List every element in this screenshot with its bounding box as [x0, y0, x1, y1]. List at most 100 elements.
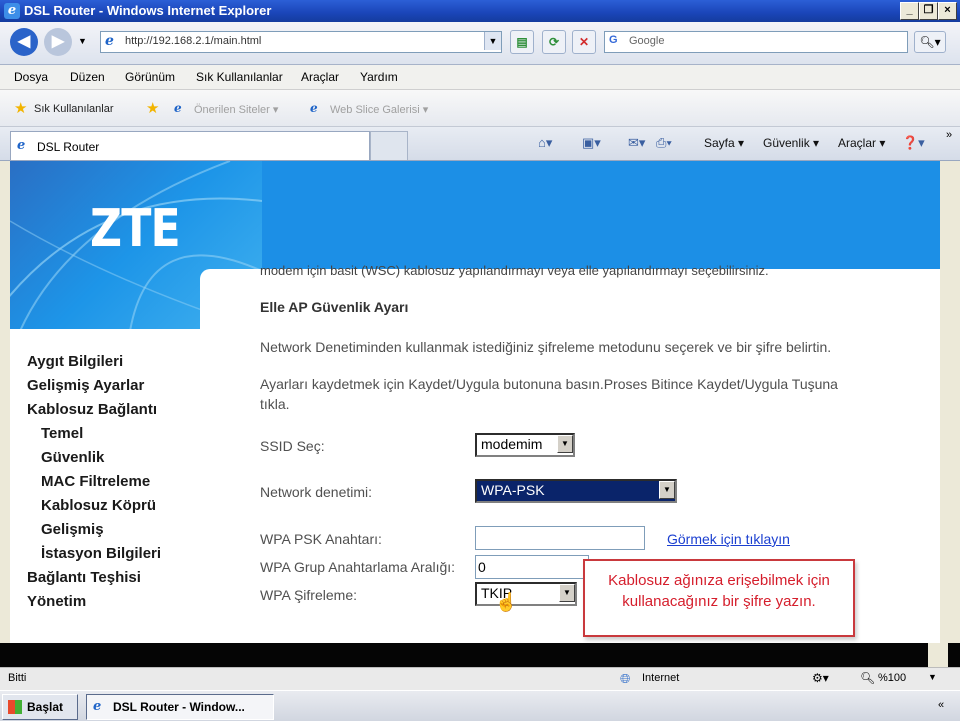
- chevron-right-icon[interactable]: »: [946, 129, 952, 141]
- sidebar-item-basic[interactable]: Temel: [41, 425, 83, 442]
- taskbar-item-ie[interactable]: e DSL Router - Window...: [86, 694, 274, 720]
- chevron-down-icon: ▼: [557, 435, 573, 453]
- section-heading: Elle AP Güvenlik Ayarı: [260, 299, 409, 315]
- sidebar-item-wireless[interactable]: Kablosuz Bağlantı: [27, 401, 157, 418]
- tab-title: DSL Router: [37, 140, 100, 154]
- new-tab-button[interactable]: [370, 131, 408, 160]
- zone-text: Internet: [642, 672, 680, 684]
- add-favorites-icon[interactable]: ★: [146, 101, 162, 117]
- menu-bar: Dosya Düzen Görünüm Sık Kullanılanlar Ar…: [0, 65, 960, 90]
- sidebar-item-device-info[interactable]: Aygıt Bilgileri: [27, 353, 123, 370]
- zoom-icon[interactable]: 🔍︎: [860, 671, 875, 685]
- callout-text: Kablosuz ağınıza erişebilmek için kullan…: [585, 570, 853, 612]
- web-slice-icon: e: [310, 101, 318, 115]
- protected-mode-icon[interactable]: ⚙▾: [812, 671, 829, 685]
- group-rekey-input[interactable]: 0: [475, 555, 589, 579]
- start-label: Başlat: [27, 700, 64, 714]
- tutorial-callout: Kablosuz ağınıza erişebilmek için kullan…: [583, 559, 855, 637]
- search-placeholder: Google: [629, 35, 665, 47]
- show-key-link[interactable]: Görmek için tıklayın: [667, 531, 790, 547]
- header-banner: ZTE: [10, 161, 940, 331]
- sidebar-item-management[interactable]: Yönetim: [27, 593, 86, 610]
- menu-help[interactable]: Yardım: [360, 70, 398, 84]
- wpa-encryption-select[interactable]: TKIP ▼: [475, 582, 577, 606]
- sidebar-item-advanced-settings[interactable]: Gelişmiş Ayarlar: [27, 377, 144, 394]
- minimize-button[interactable]: _: [900, 2, 919, 20]
- zte-logo: ZTE: [90, 199, 181, 259]
- menu-tools[interactable]: Araçlar: [301, 70, 339, 84]
- callout-line2: kullanacağınız bir şifre yazın.: [622, 593, 816, 610]
- sidebar-item-station-info[interactable]: İstasyon Bilgileri: [41, 545, 161, 562]
- network-control-value: WPA-PSK: [481, 482, 545, 498]
- print-icon[interactable]: ⎙▾: [656, 135, 672, 151]
- callout-line1: Kablosuz ağınıza erişebilmek için: [608, 572, 830, 589]
- history-dropdown-icon[interactable]: ▼: [78, 36, 87, 46]
- sidebar-item-diagnostics[interactable]: Bağlantı Teşhisi: [27, 569, 141, 586]
- tab-bar: e DSL Router ⌂▾ ▣▾ ✉▾ ⎙▾ Sayfa ▾ Güvenli…: [0, 127, 960, 161]
- search-box[interactable]: G Google: [604, 31, 908, 53]
- network-control-label: Network denetimi:: [260, 484, 373, 500]
- page-icon: e: [105, 33, 114, 49]
- psk-key-input[interactable]: [475, 526, 645, 550]
- help-icon[interactable]: ❓▾: [902, 135, 925, 151]
- save-instructions-line1: Ayarları kaydetmek için Kaydet/Uygula bu…: [260, 376, 838, 392]
- stop-icon[interactable]: ✕: [572, 30, 596, 54]
- status-text: Bitti: [8, 672, 27, 684]
- menu-edit[interactable]: Düzen: [70, 70, 105, 84]
- chevron-down-icon: ▼: [659, 481, 675, 499]
- address-toolbar: ◀ ▶ ▼ e http://192.168.2.1/main.html ▼ ▤…: [0, 22, 960, 65]
- sidebar-item-security[interactable]: Güvenlik: [41, 449, 104, 466]
- sidebar-item-mac-filter[interactable]: MAC Filtreleme: [41, 473, 150, 490]
- tools-menu[interactable]: Araçlar ▾: [838, 136, 885, 150]
- menu-favorites[interactable]: Sık Kullanılanlar: [196, 70, 283, 84]
- taskbar: Başlat e DSL Router - Window... «: [0, 690, 960, 721]
- refresh-icon[interactable]: ⟳: [542, 30, 566, 54]
- ssid-select[interactable]: modemim ▼: [475, 433, 575, 457]
- menu-view[interactable]: Görünüm: [125, 70, 175, 84]
- restore-button[interactable]: ❐: [919, 2, 938, 20]
- intro-text: Network Denetiminden kullanmak istediğin…: [260, 339, 832, 355]
- sidebar-item-advanced[interactable]: Gelişmiş: [41, 521, 104, 538]
- suggested-sites-link[interactable]: Önerilen Siteler ▾: [194, 103, 278, 116]
- address-url: http://192.168.2.1/main.html: [125, 35, 262, 47]
- zoom-dropdown-icon[interactable]: ▼: [928, 672, 937, 682]
- psk-key-label: WPA PSK Anahtarı:: [260, 531, 382, 547]
- address-dropdown-icon[interactable]: ▼: [484, 32, 501, 50]
- network-control-select[interactable]: WPA-PSK ▼: [475, 479, 677, 503]
- window-title: DSL Router - Windows Internet Explorer: [24, 3, 272, 18]
- forward-button[interactable]: ▶: [44, 28, 72, 56]
- favorites-button[interactable]: Sık Kullanılanlar: [34, 103, 114, 115]
- mail-icon[interactable]: ✉▾: [628, 135, 645, 151]
- zoom-level[interactable]: %100: [878, 672, 906, 684]
- compatibility-view-icon[interactable]: ▤: [510, 30, 534, 54]
- page-menu[interactable]: Sayfa ▾: [704, 136, 744, 150]
- menu-file[interactable]: Dosya: [14, 70, 48, 84]
- sidebar-nav: Aygıt Bilgileri Gelişmiş Ayarlar Kablosu…: [10, 329, 202, 643]
- taskbar-item-label: DSL Router - Window...: [113, 700, 245, 714]
- ssid-value: modemim: [481, 436, 543, 452]
- tab-ie-icon: e: [17, 138, 26, 153]
- security-menu[interactable]: Güvenlik ▾: [763, 136, 819, 150]
- tray-expand-icon[interactable]: «: [938, 699, 944, 711]
- sidebar-item-wireless-bridge[interactable]: Kablosuz Köprü: [41, 497, 156, 514]
- group-rekey-label: WPA Grup Anahtarlama Aralığı:: [260, 559, 456, 575]
- ie-icon: e: [4, 3, 20, 19]
- wpa-encryption-label: WPA Şifreleme:: [260, 587, 357, 603]
- windows-flag-icon: [8, 700, 22, 714]
- close-button[interactable]: ×: [938, 2, 957, 20]
- feeds-icon[interactable]: ▣▾: [582, 135, 601, 151]
- cut-off-text: modem için basit (WSC) kablosuz yapıland…: [260, 263, 769, 278]
- tab-dsl-router[interactable]: e DSL Router: [10, 131, 370, 160]
- web-slice-gallery-link[interactable]: Web Slice Galerisi ▾: [330, 103, 428, 116]
- favorites-bar: ★ Sık Kullanılanlar ★ e Önerilen Siteler…: [0, 90, 960, 127]
- home-icon[interactable]: ⌂▾: [538, 135, 552, 151]
- ssid-label: SSID Seç:: [260, 438, 325, 454]
- back-button[interactable]: ◀: [10, 28, 38, 56]
- address-bar[interactable]: e http://192.168.2.1/main.html ▼: [100, 31, 502, 53]
- save-instructions-line2: tıkla.: [260, 396, 290, 412]
- start-button[interactable]: Başlat: [2, 694, 78, 720]
- globe-icon: 🌐︎: [620, 671, 631, 686]
- search-icon[interactable]: 🔍︎▾: [914, 31, 946, 53]
- video-band: [0, 643, 960, 668]
- suggested-sites-icon: e: [174, 101, 182, 115]
